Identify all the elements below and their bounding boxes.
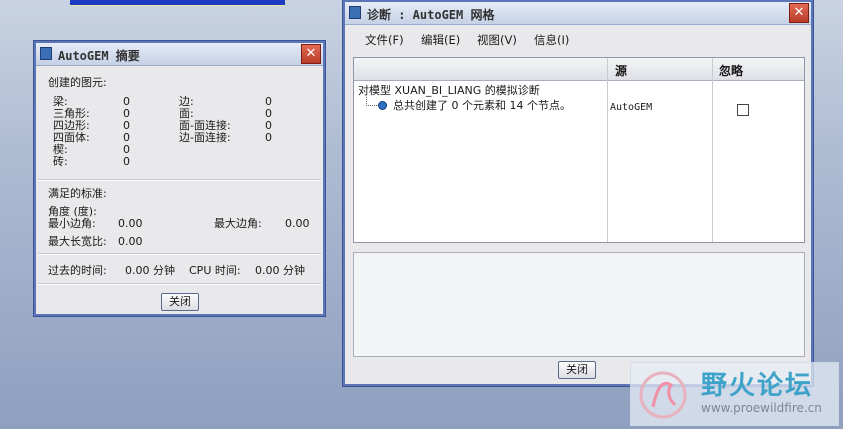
cpu-time-label: CPU 时间: — [189, 264, 241, 277]
divider — [38, 283, 321, 285]
close-icon[interactable]: ✕ — [789, 3, 809, 23]
brick-value: 0 — [123, 155, 130, 168]
divider — [38, 253, 321, 255]
max-aspect-value: 0.00 — [118, 235, 143, 248]
column-header-ignore[interactable]: 忽略 — [719, 62, 743, 79]
window-icon — [40, 47, 52, 60]
flame-logo-icon — [639, 371, 687, 419]
summary-close-button[interactable]: 关闭 — [161, 293, 199, 311]
edge-face-label: 边-面连接: — [179, 131, 231, 144]
close-icon[interactable]: ✕ — [301, 44, 321, 64]
column-header-source[interactable]: 源 — [615, 62, 627, 79]
max-edge-angle-value: 0.00 — [285, 217, 310, 230]
criteria-header: 满足的标准: — [48, 187, 107, 200]
menu-file[interactable]: 文件(F) — [365, 32, 404, 48]
max-edge-angle-label: 最大边角: — [214, 217, 262, 230]
tree-root-row[interactable]: 对模型 XUAN_BI_LIANG 的模拟诊断 — [358, 85, 540, 97]
diag-titlebar[interactable]: 诊断 : AutoGEM 网格 ✕ — [345, 2, 811, 25]
tree-child-row[interactable]: 总共创建了 0 个元素和 14 个节点。 — [393, 100, 571, 112]
summary-titlebar[interactable]: AutoGEM 摘要 ✕ — [36, 43, 323, 66]
elapsed-time-value: 0.00 分钟 — [125, 264, 175, 277]
diag-close-button[interactable]: 关闭 — [558, 361, 596, 379]
column-divider — [712, 58, 713, 242]
summary-body: 创建的图元: 梁: 三角形: 四边形: 四面体: 楔: 砖: 0 0 0 0 0… — [36, 66, 323, 314]
min-edge-angle-value: 0.00 — [118, 217, 143, 230]
background-window-titlebar — [70, 0, 285, 6]
watermark-url: www.proewildfire.cn — [701, 401, 822, 415]
created-elements-header: 创建的图元: — [48, 76, 107, 89]
divider — [38, 179, 321, 181]
source-cell: AutoGEM — [610, 102, 653, 113]
edge-face-value: 0 — [265, 131, 272, 144]
diagnostics-table: 源 忽略 对模型 XUAN_BI_LIANG 的模拟诊断 总共创建了 0 个元素… — [353, 57, 805, 243]
diag-title: 诊断 : AutoGEM 网格 — [367, 8, 495, 22]
cpu-time-value: 0.00 分钟 — [255, 264, 305, 277]
background-window-edge — [0, 0, 330, 6]
diagnostics-window: 诊断 : AutoGEM 网格 ✕ 文件(F) 编辑(E) 视图(V) 信息(I… — [343, 0, 813, 386]
autogem-summary-window: AutoGEM 摘要 ✕ 创建的图元: 梁: 三角形: 四边形: 四面体: 楔:… — [34, 41, 325, 316]
table-header: 源 忽略 — [354, 58, 804, 81]
max-aspect-label: 最大长宽比: — [48, 235, 107, 248]
ignore-checkbox[interactable] — [737, 104, 749, 116]
min-edge-angle-label: 最小边角: — [48, 217, 96, 230]
menu-bar: 文件(F) 编辑(E) 视图(V) 信息(I) — [345, 27, 811, 51]
summary-title: AutoGEM 摘要 — [58, 49, 140, 63]
elapsed-time-label: 过去的时间: — [48, 264, 107, 277]
brick-label: 砖: — [53, 155, 68, 168]
tree-connector — [366, 97, 377, 106]
menu-edit[interactable]: 编辑(E) — [421, 32, 460, 48]
column-divider — [607, 58, 608, 242]
forum-watermark: 野火论坛 www.proewildfire.cn — [630, 362, 839, 426]
info-icon — [378, 101, 387, 110]
watermark-title: 野火论坛 — [701, 371, 814, 401]
menu-info[interactable]: 信息(I) — [534, 32, 569, 48]
detail-pane — [353, 252, 805, 357]
window-icon — [349, 6, 361, 19]
menu-view[interactable]: 视图(V) — [477, 32, 517, 48]
